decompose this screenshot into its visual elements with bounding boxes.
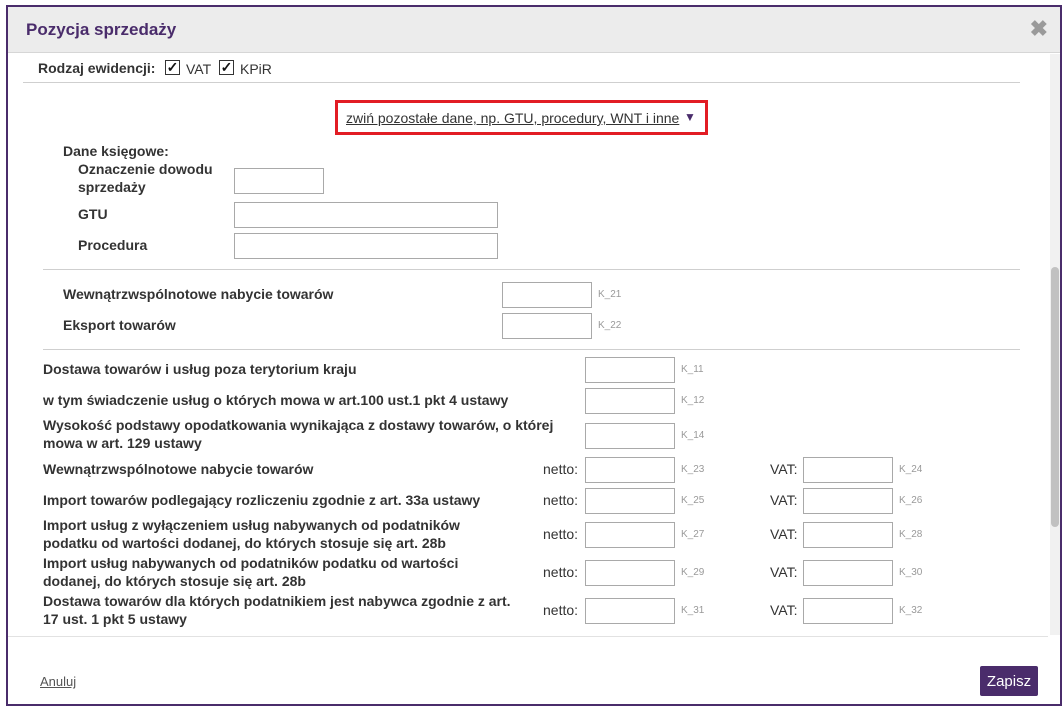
k14-input[interactable] [585, 423, 675, 449]
save-button[interactable]: Zapisz [980, 666, 1038, 696]
collapse-details-link[interactable]: zwiń pozostałe dane, np. GTU, procedury,… [346, 110, 679, 126]
vat-row-label: Wysokość podstawy opodatkowania wynikają… [43, 417, 554, 451]
dialog-title: Pozycja sprzedaży [26, 20, 177, 39]
dialog-footer: Anuluj Zapisz [8, 636, 1048, 706]
k32-input[interactable] [803, 598, 893, 624]
k29-input[interactable] [585, 560, 675, 586]
k24-input[interactable] [803, 457, 893, 483]
field-code: K_21 [598, 289, 622, 300]
k30-input[interactable] [803, 560, 893, 586]
netto-vat-row-label: Import usług nabywanych od podatników po… [43, 555, 459, 589]
sales-item-dialog: Pozycja sprzedaży ✖ Rodzaj ewidencji: ✓ … [6, 5, 1062, 706]
toggle-highlight: zwiń pozostałe dane, np. GTU, procedury,… [335, 100, 708, 135]
field-code: K_31 [681, 605, 705, 616]
close-icon[interactable]: ✖ [1030, 17, 1048, 41]
export-input[interactable] [502, 313, 592, 339]
field-code: K_22 [598, 320, 622, 331]
field-code: K_12 [681, 395, 705, 406]
k12-input[interactable] [585, 388, 675, 414]
vat-label: VAT: [770, 492, 798, 508]
field-code: K_23 [681, 464, 705, 475]
field-code: K_24 [899, 464, 923, 475]
kpir-checkbox-label: KPiR [240, 61, 272, 77]
dialog-header: Pozycja sprzedaży ✖ [8, 7, 1060, 53]
netto-label: netto: [543, 492, 579, 508]
netto-label: netto: [543, 461, 579, 477]
k23-input[interactable] [585, 457, 675, 483]
field-code: K_27 [681, 529, 705, 540]
vat-row-label: Dostawa towarów i usług poza terytorium … [43, 361, 357, 377]
wnt-kpir-label: Wewnątrzwspólnotowe nabycie towarów [63, 286, 334, 302]
netto-vat-row-label: Import usług z wyłączeniem usług nabywan… [43, 517, 460, 551]
scrollbar-thumb[interactable] [1051, 267, 1059, 527]
k25-input[interactable] [585, 488, 675, 514]
accounting-heading: Dane księgowe: [63, 143, 169, 159]
gtu-label: GTU [78, 206, 108, 222]
procedure-input[interactable] [234, 233, 498, 259]
gtu-input[interactable] [234, 202, 498, 228]
field-code: K_30 [899, 567, 923, 578]
netto-label: netto: [543, 526, 579, 542]
vat-label: VAT: [770, 526, 798, 542]
vertical-scrollbar[interactable] [1050, 54, 1060, 635]
k31-input[interactable] [585, 598, 675, 624]
field-code: K_14 [681, 430, 705, 441]
divider [43, 269, 1020, 270]
vat-row-label: w tym świadczenie usług o których mowa w… [43, 392, 509, 408]
k28-input[interactable] [803, 522, 893, 548]
k26-input[interactable] [803, 488, 893, 514]
netto-vat-row-label: Wewnątrzwspólnotowe nabycie towarów [43, 461, 314, 477]
kpir-checkbox[interactable]: ✓ [219, 60, 234, 75]
record-type-label: Rodzaj ewidencji: [38, 60, 156, 76]
sale-doc-label: Oznaczenie dowodu sprzedaży [78, 161, 213, 195]
wnt-kpir-input[interactable] [502, 282, 592, 308]
k27-input[interactable] [585, 522, 675, 548]
field-code: K_26 [899, 495, 923, 506]
field-code: K_28 [899, 529, 923, 540]
field-code: K_29 [681, 567, 705, 578]
field-code: K_25 [681, 495, 705, 506]
k11-input[interactable] [585, 357, 675, 383]
sale-doc-input[interactable] [234, 168, 324, 194]
netto-vat-row-label: Dostawa towarów dla których podatnikiem … [43, 593, 511, 627]
procedure-label: Procedura [78, 237, 148, 253]
cancel-link[interactable]: Anuluj [40, 674, 76, 689]
divider [43, 349, 1020, 350]
netto-label: netto: [543, 564, 579, 580]
divider [23, 82, 1020, 83]
export-label: Eksport towarów [63, 317, 176, 333]
field-code: K_11 [681, 364, 704, 375]
vat-label: VAT: [770, 564, 798, 580]
field-code: K_32 [899, 605, 923, 616]
vat-checkbox-label: VAT [186, 61, 212, 77]
dialog-content: Rodzaj ewidencji: ✓ VAT ✓ KPiR zwiń pozo… [8, 54, 1048, 635]
vat-label: VAT: [770, 602, 798, 618]
vat-label: VAT: [770, 461, 798, 477]
netto-label: netto: [543, 602, 579, 618]
caret-down-icon[interactable]: ▼ [684, 110, 696, 124]
vat-checkbox[interactable]: ✓ [165, 60, 180, 75]
netto-vat-row-label: Import towarów podlegający rozliczeniu z… [43, 492, 481, 508]
